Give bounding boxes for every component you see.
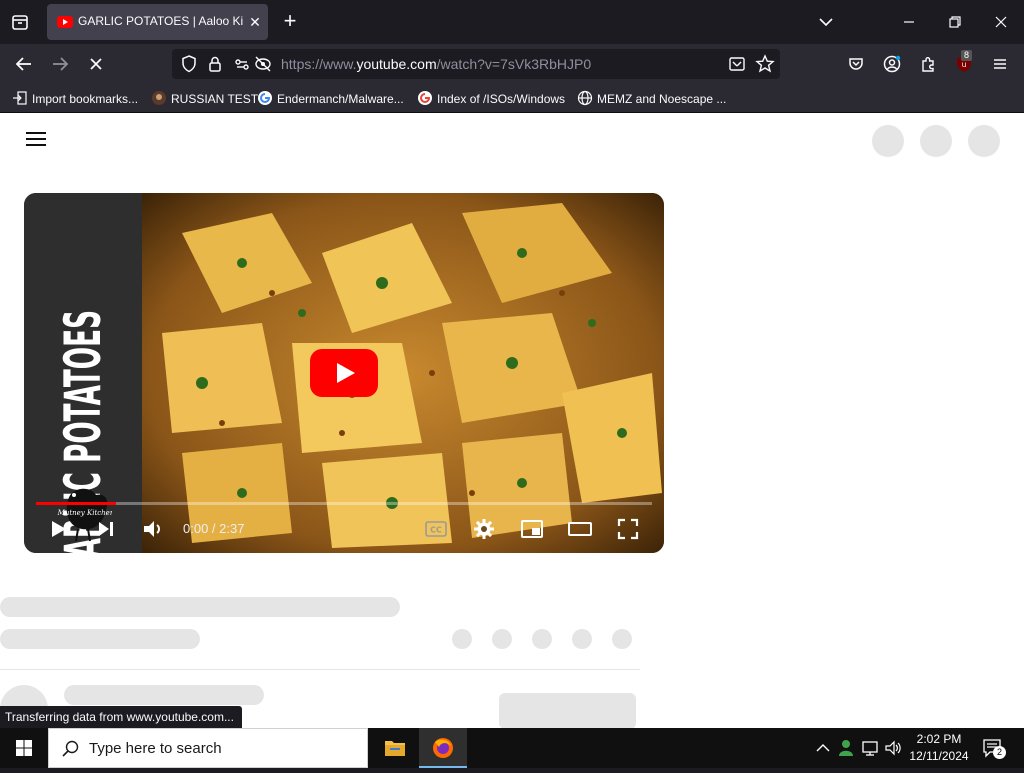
video-player[interactable]: GARLIC POTATOES Mutney Kitchen 0:00 / 2:… xyxy=(24,193,664,553)
new-tab-button[interactable]: + xyxy=(280,10,300,33)
progress-bar[interactable] xyxy=(36,502,652,505)
active-tab[interactable]: GARLIC POTATOES | Aaloo Ki Bu ✕ xyxy=(47,4,268,40)
pocket-icon[interactable] xyxy=(844,52,868,76)
taskbar-search-box[interactable]: Type here to search xyxy=(48,728,368,768)
bookmark-label: Index of /ISOs/Windows xyxy=(437,92,566,106)
subscribe-skeleton xyxy=(499,693,636,728)
bookmark-star-icon[interactable] xyxy=(753,52,777,76)
ublock-icon[interactable]: u 8 xyxy=(952,50,976,76)
restore-window-button[interactable] xyxy=(943,10,967,34)
clock-time: 2:02 PM xyxy=(916,732,962,746)
theater-mode-icon[interactable] xyxy=(568,517,592,541)
url-host: youtube.com xyxy=(356,56,437,72)
forward-arrow-icon[interactable] xyxy=(48,52,72,76)
channel-skeleton xyxy=(64,685,264,705)
action-skeleton xyxy=(452,629,472,649)
bookmark-label: RUSSIAN TEST xyxy=(171,92,259,106)
bookmark-isos-windows[interactable]: Index of /ISOs/Windows xyxy=(417,90,565,108)
svg-text:u: u xyxy=(961,60,966,69)
bookmark-label: Endermanch/Malware... xyxy=(277,92,404,106)
captions-icon[interactable]: CC xyxy=(424,517,448,541)
system-clock[interactable]: 2:02 PM 12/11/2024 xyxy=(904,731,974,765)
header-placeholder xyxy=(920,125,952,157)
meta-skeleton xyxy=(0,629,200,649)
close-tab-icon[interactable]: ✕ xyxy=(247,14,263,30)
guide-menu-icon[interactable] xyxy=(26,132,46,148)
progress-fill xyxy=(36,502,117,505)
navigation-toolbar: https://www.youtube.com/watch?v=7sVk3RbH… xyxy=(0,44,1024,84)
import-icon xyxy=(12,90,28,106)
shield-icon[interactable] xyxy=(177,52,201,76)
bookmark-memz[interactable]: MEMZ and Noescape ... xyxy=(577,90,726,108)
minimize-window-button[interactable] xyxy=(897,10,921,34)
url-path: /watch?v=7sVk3RbHJP0 xyxy=(436,56,592,72)
user-tray-icon[interactable] xyxy=(837,738,855,758)
action-skeleton xyxy=(492,629,512,649)
bookmark-endermanch[interactable]: Endermanch/Malware... xyxy=(257,90,404,108)
next-icon[interactable] xyxy=(94,517,118,541)
globe-icon xyxy=(577,90,593,106)
clock-date: 12/11/2024 xyxy=(909,749,969,763)
lock-icon[interactable] xyxy=(203,52,227,76)
bookmark-label: MEMZ and Noescape ... xyxy=(597,92,727,106)
title-skeleton xyxy=(0,597,400,617)
speaker-icon[interactable] xyxy=(884,738,902,758)
menu-icon[interactable] xyxy=(988,52,1012,76)
back-arrow-icon[interactable] xyxy=(12,52,36,76)
watermark-text: Mutney Kitchen xyxy=(57,509,112,517)
status-panel: Transferring data from www.youtube.com..… xyxy=(0,706,242,728)
google-icon xyxy=(417,90,433,106)
miniplayer-icon[interactable] xyxy=(520,517,544,541)
fullscreen-icon[interactable] xyxy=(616,517,640,541)
url-text[interactable]: https://www.youtube.com/watch?v=7sVk3RbH… xyxy=(281,56,591,72)
list-all-tabs-icon[interactable] xyxy=(8,10,32,34)
account-icon[interactable] xyxy=(880,52,904,76)
notification-count: 2 xyxy=(993,746,1006,759)
action-skeleton xyxy=(612,629,632,649)
network-icon[interactable] xyxy=(861,738,879,758)
volume-icon[interactable] xyxy=(141,517,165,541)
bookmarks-toolbar: Import bookmarks... RUSSIAN TEST Enderma… xyxy=(0,84,1024,113)
url-scheme: https://www. xyxy=(281,56,357,72)
close-window-button[interactable] xyxy=(989,10,1013,34)
stop-loading-icon[interactable] xyxy=(84,52,108,76)
extension-badge: 8 xyxy=(961,50,973,61)
firefox-icon[interactable] xyxy=(419,728,467,768)
google-icon xyxy=(257,90,273,106)
captions-label: CC xyxy=(430,526,442,535)
windows-start-icon[interactable] xyxy=(0,728,48,768)
notifications-icon[interactable]: 2 xyxy=(982,738,1006,759)
search-placeholder: Type here to search xyxy=(89,740,222,757)
chevron-down-icon[interactable] xyxy=(814,10,838,34)
chevron-up-icon[interactable] xyxy=(814,738,832,758)
video-frame xyxy=(142,193,664,553)
header-placeholder xyxy=(872,125,904,157)
time-display: 0:00 / 2:37 xyxy=(183,521,245,536)
bookmark-import[interactable]: Import bookmarks... xyxy=(12,90,138,108)
extensions-icon[interactable] xyxy=(916,52,940,76)
settings-gear-icon[interactable] xyxy=(472,517,496,541)
large-play-button[interactable] xyxy=(310,349,378,397)
divider xyxy=(0,669,640,670)
site-favicon-icon xyxy=(151,90,167,106)
action-skeleton xyxy=(572,629,592,649)
bookmark-russian-test[interactable]: RUSSIAN TEST xyxy=(151,90,258,108)
reader-view-icon[interactable] xyxy=(725,52,749,76)
youtube-page: GARLIC POTATOES Mutney Kitchen 0:00 / 2:… xyxy=(0,113,1024,728)
windows-taskbar: Type here to search 2:02 PM 12/11/2024 2 xyxy=(0,728,1024,768)
action-skeleton xyxy=(532,629,552,649)
header-placeholder xyxy=(968,125,1000,157)
search-icon xyxy=(61,739,81,759)
address-bar[interactable]: https://www.youtube.com/watch?v=7sVk3RbH… xyxy=(172,49,780,79)
bookmark-label: Import bookmarks... xyxy=(32,92,139,106)
file-explorer-icon[interactable] xyxy=(371,728,419,768)
tracking-blocked-icon[interactable] xyxy=(251,52,275,76)
play-icon[interactable] xyxy=(46,517,70,541)
youtube-favicon-icon xyxy=(57,15,73,29)
tab-bar: GARLIC POTATOES | Aaloo Ki Bu ✕ + xyxy=(0,0,1024,44)
tab-title: GARLIC POTATOES | Aaloo Ki Bu xyxy=(78,14,246,28)
